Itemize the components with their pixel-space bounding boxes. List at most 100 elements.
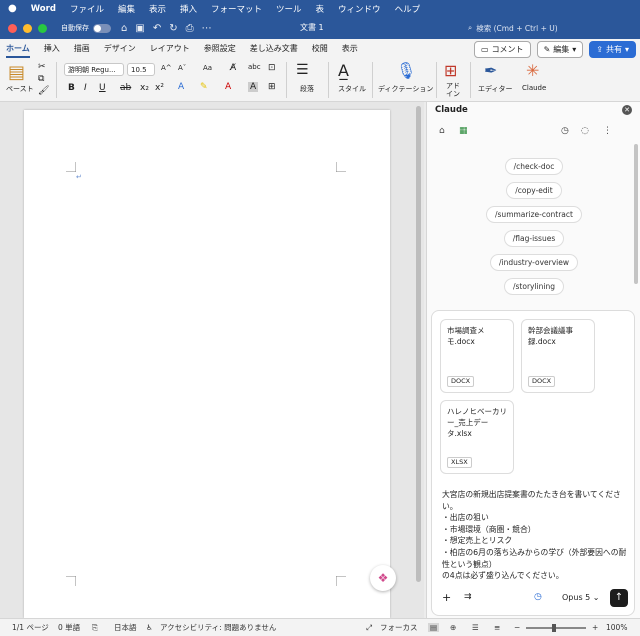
autosave-toggle[interactable] bbox=[93, 23, 111, 33]
tab-insert[interactable]: 挿入 bbox=[44, 43, 60, 54]
word-count[interactable]: 0 単語 bbox=[58, 622, 80, 633]
styles-icon[interactable]: A̲ bbox=[338, 61, 349, 80]
paragraph-icon[interactable]: ☰ bbox=[296, 62, 309, 78]
font-name-select[interactable]: 游明朝 Regu... bbox=[64, 63, 124, 76]
document-page[interactable]: ↵ bbox=[24, 110, 390, 618]
zoom-window-button[interactable] bbox=[38, 23, 47, 33]
panel-scrollbar[interactable] bbox=[634, 144, 638, 284]
menu-tools[interactable]: ツール bbox=[276, 3, 302, 15]
zoom-slider[interactable] bbox=[526, 627, 586, 629]
char-shading-icon[interactable]: A bbox=[248, 82, 259, 92]
menu-file[interactable]: ファイル bbox=[70, 3, 104, 15]
tab-mailings[interactable]: 差し込み文書 bbox=[250, 43, 298, 54]
paragraph-label[interactable]: 段落 bbox=[300, 84, 314, 94]
add-icon[interactable]: + bbox=[442, 591, 451, 604]
model-select[interactable]: Opus 5 ⌄ bbox=[562, 593, 600, 602]
close-panel-button[interactable]: ✕ bbox=[622, 105, 632, 115]
web-layout-icon[interactable]: ⊕ bbox=[450, 623, 456, 632]
attachment-card[interactable]: 幹部会議議事録.docx DOCX bbox=[521, 319, 595, 393]
clock-icon[interactable]: ◷ bbox=[534, 592, 542, 602]
search-box[interactable]: ⌕ 検索 (Cmd + Ctrl + U) bbox=[464, 21, 632, 35]
command-industry-overview[interactable]: /industry-overview bbox=[490, 254, 578, 271]
font-size-select[interactable]: 10.5 bbox=[127, 63, 155, 76]
draft-view-icon[interactable]: ≡ bbox=[494, 623, 500, 632]
command-storylining[interactable]: /storylining bbox=[503, 278, 564, 295]
proofing-icon[interactable]: ⎘ bbox=[92, 623, 98, 633]
print-icon[interactable]: ⎙ bbox=[186, 23, 194, 34]
comment-button[interactable]: ▭ コメント bbox=[474, 41, 531, 58]
microphone-icon[interactable]: 🎙 bbox=[396, 61, 416, 80]
more-icon[interactable]: ⋯ bbox=[202, 23, 212, 34]
prompt-text[interactable]: 大宮店の新規出店提案書のたたき台を書いてください。 ・出店の狙い ・市場環境（商… bbox=[442, 489, 632, 582]
command-flag-issues[interactable]: /flag-issues bbox=[503, 230, 565, 247]
command-summarize-contract[interactable]: /summarize-contract bbox=[486, 206, 582, 223]
tab-view[interactable]: 表示 bbox=[342, 43, 358, 54]
format-painter-icon[interactable]: 🖌 bbox=[38, 86, 49, 96]
text-effects-icon[interactable]: A bbox=[178, 82, 184, 92]
command-copy-edit[interactable]: /copy-edit bbox=[506, 182, 562, 199]
superscript-icon[interactable]: x² bbox=[155, 83, 164, 93]
focus-label[interactable]: フォーカス bbox=[380, 622, 418, 633]
paste-label[interactable]: ペースト bbox=[6, 84, 34, 94]
bold-icon[interactable]: B bbox=[68, 83, 75, 93]
dictation-label[interactable]: ディクテーション bbox=[378, 84, 433, 94]
outline-view-icon[interactable]: ☰ bbox=[472, 623, 479, 632]
excel-icon[interactable]: ▦ bbox=[459, 126, 468, 136]
home-icon[interactable]: ⌂ bbox=[121, 23, 127, 34]
copilot-icon[interactable]: ❖ bbox=[370, 565, 396, 591]
strikethrough-icon[interactable]: ab bbox=[120, 83, 131, 93]
char-border-icon[interactable]: ⊞ bbox=[268, 82, 276, 92]
editor-icon[interactable]: ✒ bbox=[484, 61, 497, 80]
grow-font-button[interactable]: A^ bbox=[161, 64, 172, 72]
tab-draw[interactable]: 描画 bbox=[74, 43, 90, 54]
menu-insert[interactable]: 挿入 bbox=[180, 3, 197, 15]
focus-icon[interactable]: ⤢ bbox=[366, 623, 372, 633]
history-icon[interactable]: ◷ bbox=[561, 126, 569, 136]
zoom-level[interactable]: 100% bbox=[606, 623, 627, 632]
menu-window[interactable]: ウィンドウ bbox=[338, 3, 381, 15]
chat-input-box[interactable]: 市場調査メモ.docx DOCX 幹部会議議事録.docx DOCX ハレノヒベ… bbox=[431, 310, 635, 616]
send-button[interactable]: ↑ bbox=[610, 589, 628, 607]
attachment-card[interactable]: 市場調査メモ.docx DOCX bbox=[440, 319, 514, 393]
zoom-slider-thumb[interactable] bbox=[552, 624, 556, 632]
subscript-icon[interactable]: x₂ bbox=[140, 83, 149, 93]
print-layout-icon[interactable]: ▤ bbox=[428, 623, 440, 632]
attachment-card[interactable]: ハレノヒベーカリー_売上データ.xlsx XLSX bbox=[440, 400, 514, 474]
tab-review[interactable]: 校閲 bbox=[312, 43, 328, 54]
enclose-char-icon[interactable]: ⊡ bbox=[268, 63, 276, 73]
undo-icon[interactable]: ↶ bbox=[153, 23, 161, 34]
italic-icon[interactable]: I bbox=[84, 83, 87, 93]
tab-layout[interactable]: レイアウト bbox=[150, 43, 190, 54]
menu-help[interactable]: ヘルプ bbox=[395, 3, 421, 15]
apple-menu-icon[interactable]: ● bbox=[8, 3, 17, 14]
zoom-in-icon[interactable]: + bbox=[592, 623, 598, 632]
language[interactable]: 日本語 bbox=[114, 622, 137, 633]
copy-icon[interactable]: ⧉ bbox=[38, 74, 44, 84]
addins-label[interactable]: アド イン bbox=[446, 82, 460, 98]
close-window-button[interactable] bbox=[8, 23, 17, 33]
underline-icon[interactable]: U bbox=[99, 83, 106, 93]
tab-references[interactable]: 参照設定 bbox=[204, 43, 236, 54]
tab-home[interactable]: ホーム bbox=[6, 43, 30, 58]
cut-icon[interactable]: ✂ bbox=[38, 62, 46, 72]
accessibility-status[interactable]: アクセシビリティ: 問題ありません bbox=[160, 622, 276, 633]
tab-design[interactable]: デザイン bbox=[104, 43, 136, 54]
highlight-icon[interactable]: ✎ bbox=[200, 82, 208, 92]
editor-label[interactable]: エディター bbox=[478, 84, 513, 94]
chat-icon[interactable]: ◌ bbox=[581, 126, 589, 136]
menu-format[interactable]: フォーマット bbox=[211, 3, 262, 15]
minimize-window-button[interactable] bbox=[23, 23, 32, 33]
paste-icon[interactable]: ▤ bbox=[8, 62, 25, 83]
share-button[interactable]: ⇪ 共有 ▾ bbox=[589, 41, 636, 58]
save-icon[interactable]: ▣ bbox=[135, 23, 144, 34]
menu-table[interactable]: 表 bbox=[316, 3, 325, 15]
edit-mode-button[interactable]: ✎ 編集 ▾ bbox=[536, 41, 584, 58]
styles-label[interactable]: スタイル bbox=[338, 84, 366, 94]
addins-icon[interactable]: ⊞ bbox=[444, 61, 457, 80]
font-color-icon[interactable]: A bbox=[225, 82, 231, 92]
zoom-out-icon[interactable]: − bbox=[514, 623, 520, 632]
shrink-font-button[interactable]: Aˇ bbox=[178, 64, 186, 72]
clear-format-icon[interactable]: A̸ bbox=[230, 63, 236, 73]
claude-icon[interactable]: ✳ bbox=[526, 61, 539, 80]
more-options-icon[interactable]: ⋮ bbox=[603, 126, 612, 136]
